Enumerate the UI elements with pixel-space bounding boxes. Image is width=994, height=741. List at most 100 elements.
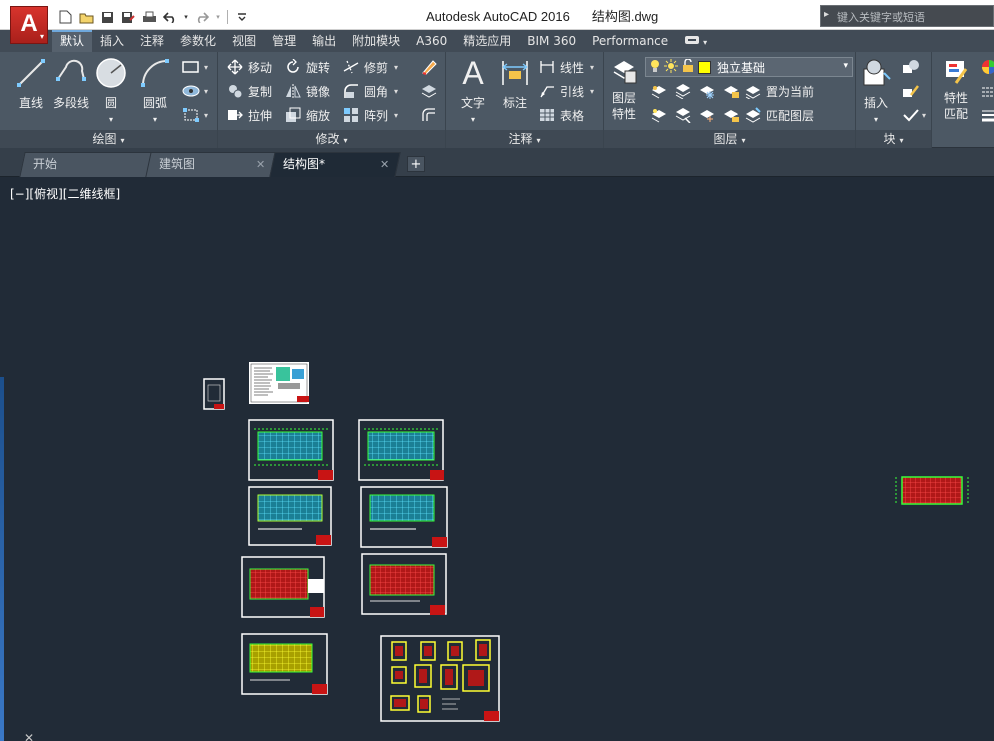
move-button[interactable]: 移动 (226, 56, 272, 78)
annotation-panel-title[interactable]: 注释 ▾ (446, 130, 603, 148)
linetype-icon[interactable] (978, 80, 994, 102)
drawing-sheet-beam-plan-2[interactable] (360, 486, 448, 548)
tab-output[interactable]: 输出 (304, 30, 344, 52)
new-file-icon[interactable] (56, 9, 74, 25)
drawing-sheet-foundation-plan[interactable] (248, 419, 334, 481)
tab-parametric[interactable]: 参数化 (172, 30, 224, 52)
tab-a360[interactable]: A360 (408, 30, 455, 52)
scale-button[interactable]: 缩放 (284, 104, 330, 126)
fillet-button[interactable]: 圆角 ▾ (342, 80, 398, 102)
scale-label: 缩放 (306, 108, 331, 123)
layer-freeze-icon[interactable] (696, 80, 718, 102)
arc-button[interactable]: 圆弧 ▾ (132, 56, 178, 126)
circle-button[interactable]: 圆 ▾ (88, 56, 134, 126)
lineweight-icon[interactable] (978, 104, 994, 126)
linear-dimension-button[interactable]: 线性 ▾ (538, 56, 594, 78)
draw-panel-title[interactable]: 绘图 ▾ (0, 130, 217, 148)
drawing-plan-far-right[interactable] (895, 476, 969, 505)
drawing-sheet-slab-plan-1[interactable] (241, 556, 325, 618)
explode-icon[interactable] (418, 80, 440, 102)
stretch-button[interactable]: 拉伸 (226, 104, 272, 126)
layer-unlock-icon[interactable] (720, 104, 742, 126)
redo-icon[interactable] (193, 9, 211, 25)
tab-addins[interactable]: 附加模块 (344, 30, 408, 52)
drawing-sheet-notes[interactable] (249, 362, 309, 404)
copy-button[interactable]: 复制 (226, 80, 272, 102)
undo-icon[interactable] (161, 9, 179, 25)
search-input[interactable]: 键入关键字或短语 (837, 9, 925, 25)
close-icon[interactable]: ✕ (380, 153, 389, 176)
print-icon[interactable] (140, 9, 158, 25)
edit-block-icon[interactable] (900, 80, 922, 102)
tab-featured-apps[interactable]: 精选应用 (455, 30, 519, 52)
search-expand-icon[interactable]: ▸ (824, 9, 829, 20)
linear-dimension-icon (538, 58, 556, 76)
drawing-sheet-slab-plan-2[interactable] (361, 553, 447, 615)
make-current-button[interactable]: 置为当前 (744, 80, 814, 102)
customize-toolbar-icon[interactable] (233, 9, 251, 25)
match-layer-button[interactable]: 匹配图层 (744, 104, 814, 126)
circle-label: 圆 ▾ (88, 94, 134, 125)
text-button[interactable]: A 文字 ▾ (450, 56, 496, 126)
erase-icon[interactable] (418, 56, 440, 78)
layer-thaw-icon[interactable] (696, 104, 718, 126)
drawing-canvas[interactable]: [−][俯视][二维线框] ✕ (0, 177, 994, 741)
drawing-sheet-column-plan[interactable] (358, 419, 444, 481)
match-properties-button[interactable]: 特性 匹配 (934, 56, 978, 126)
drawing-sheet-beam-plan-1[interactable] (248, 486, 332, 546)
chevron-down-icon[interactable]: ▾ (200, 80, 212, 102)
boundary-icon[interactable] (180, 104, 202, 126)
tab-insert[interactable]: 插入 (92, 30, 132, 52)
drawing-sheet-cover[interactable] (203, 378, 225, 410)
chevron-down-icon[interactable]: ▾ (200, 56, 212, 78)
insert-block-button[interactable]: 插入 ▾ (856, 56, 896, 126)
block-panel-title[interactable]: 块 ▾ (856, 130, 931, 148)
application-menu-button[interactable]: A ▾ (10, 6, 48, 44)
table-button[interactable]: 表格 (538, 104, 584, 126)
file-tab-structure[interactable]: 结构图* ✕ (269, 152, 401, 177)
leader-button[interactable]: 引线 ▾ (538, 80, 594, 102)
tab-bim360[interactable]: BIM 360 (519, 30, 584, 52)
layer-lock-icon[interactable] (720, 80, 742, 102)
layer-dropdown[interactable]: 独立基础 ▾ (645, 57, 853, 77)
drawing-sheet-details[interactable] (380, 635, 500, 722)
modify-panel-title[interactable]: 修改 ▾ (218, 130, 445, 148)
layer-isolate-icon[interactable] (672, 80, 694, 102)
ribbon-display-toggle[interactable]: ▾ (676, 30, 715, 52)
tab-view[interactable]: 视图 (224, 30, 264, 52)
hatch-icon[interactable] (180, 80, 202, 102)
tab-default[interactable]: 默认 (52, 30, 93, 52)
rotate-button[interactable]: 旋转 (284, 56, 330, 78)
color-wheel-icon[interactable] (978, 56, 994, 78)
close-icon[interactable]: ✕ (256, 153, 265, 176)
file-tab-start[interactable]: 开始 (19, 152, 153, 177)
arc-label: 圆弧 ▾ (132, 94, 178, 125)
mirror-button[interactable]: 镜像 (284, 80, 330, 102)
file-tab-bar: 开始 建筑图 ✕ 结构图* ✕ + (0, 148, 994, 177)
dimension-button[interactable]: 标注 (492, 56, 538, 126)
save-as-icon[interactable] (119, 9, 137, 25)
offset-icon[interactable] (418, 104, 440, 126)
undo-dropdown-icon[interactable]: ▾ (182, 9, 190, 25)
open-folder-icon[interactable] (77, 9, 95, 25)
drawing-sheet-roof-plan[interactable] (241, 633, 328, 695)
file-tab-architecture[interactable]: 建筑图 ✕ (145, 152, 277, 177)
layer-properties-button[interactable]: 图层 特性 (604, 56, 644, 126)
layer-on-icon[interactable] (648, 104, 670, 126)
save-icon[interactable] (98, 9, 116, 25)
tab-annotate[interactable]: 注释 (132, 30, 172, 52)
layer-off-icon[interactable] (648, 80, 670, 102)
redo-dropdown-icon[interactable]: ▾ (214, 9, 222, 25)
chevron-down-icon[interactable]: ▾ (918, 104, 930, 126)
tab-manage[interactable]: 管理 (264, 30, 304, 52)
search-box[interactable]: ▸ 键入关键字或短语 (820, 5, 994, 27)
layers-panel-title[interactable]: 图层 ▾ (604, 130, 855, 148)
array-button[interactable]: 阵列 ▾ (342, 104, 398, 126)
tab-performance[interactable]: Performance (584, 30, 676, 52)
create-block-icon[interactable] (900, 56, 922, 78)
layer-unisolate-icon[interactable] (672, 104, 694, 126)
new-tab-button[interactable]: + (407, 156, 425, 172)
chevron-down-icon[interactable]: ▾ (200, 104, 212, 126)
rectangle-icon[interactable] (180, 56, 202, 78)
trim-button[interactable]: 修剪 ▾ (342, 56, 398, 78)
